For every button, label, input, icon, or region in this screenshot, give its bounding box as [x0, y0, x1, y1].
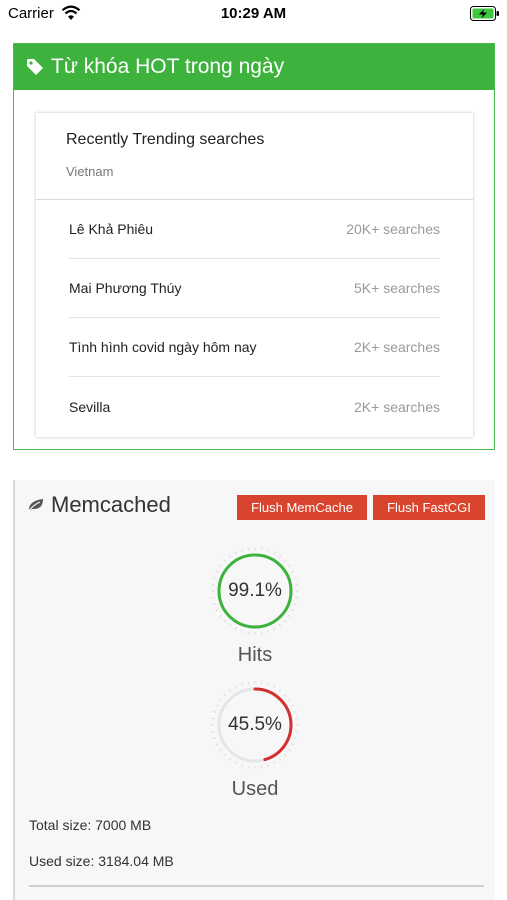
- trending-term: Tình hình covid ngày hôm nay: [69, 339, 257, 355]
- trending-count: 2K+ searches: [354, 339, 440, 355]
- trending-region: Vietnam: [66, 164, 114, 179]
- trending-term: Sevilla: [69, 398, 111, 415]
- memcached-header: Memcached: [27, 492, 171, 518]
- trending-searches-box: Recently Trending searches Vietnam Lê Kh…: [36, 113, 473, 437]
- memcached-title: Memcached: [51, 492, 171, 517]
- trending-term: Lê Khả Phiêu: [69, 221, 154, 237]
- trending-count: 20K+ searches: [346, 221, 440, 237]
- hits-gauge: 99.1%: [210, 546, 300, 636]
- hits-value: 99.1%: [228, 580, 282, 601]
- status-bar: Carrier 10:29 AM: [0, 0, 507, 28]
- used-gauge: 45.5%: [210, 680, 300, 770]
- used-value: 45.5%: [228, 714, 282, 735]
- memcached-panel: Memcached Flush MemCache Flush FastCGI 9…: [13, 480, 495, 900]
- hot-keywords-title: Từ khóa HOT trong ngày: [51, 55, 285, 78]
- trending-header: Recently Trending searches Vietnam: [36, 113, 473, 200]
- trending-item[interactable]: Mai Phương Thúy 5K+ searches: [69, 259, 440, 318]
- flush-memcache-button[interactable]: Flush MemCache: [237, 495, 367, 520]
- trending-count: 5K+ searches: [354, 280, 440, 296]
- trending-title: Recently Trending searches: [66, 131, 265, 148]
- flush-fastcgi-button[interactable]: Flush FastCGI: [373, 495, 485, 520]
- tag-icon: [27, 59, 43, 75]
- trending-item[interactable]: Lê Khả Phiêu 20K+ searches: [69, 200, 440, 259]
- leaf-icon: [27, 499, 43, 512]
- hits-label: Hits: [237, 644, 273, 666]
- trending-term: Mai Phương Thúy: [69, 280, 182, 296]
- clock: 10:29 AM: [220, 5, 287, 22]
- battery-charging-icon: [470, 6, 499, 21]
- total-size: Total size: 7000 MB: [29, 817, 152, 833]
- used-label: Used: [231, 778, 279, 800]
- used-size: Used size: 3184.04 MB: [29, 853, 174, 869]
- trending-item[interactable]: Tình hình covid ngày hôm nay 2K+ searche…: [69, 318, 440, 377]
- hot-keywords-header: Từ khóa HOT trong ngày: [14, 44, 494, 90]
- trending-list: Lê Khả Phiêu 20K+ searches Mai Phương Th…: [36, 200, 473, 436]
- divider: [29, 885, 484, 887]
- trending-item[interactable]: Sevilla 2K+ searches: [69, 377, 440, 436]
- hot-keywords-card: Từ khóa HOT trong ngày Recently Trending…: [13, 43, 495, 450]
- trending-count: 2K+ searches: [354, 398, 440, 415]
